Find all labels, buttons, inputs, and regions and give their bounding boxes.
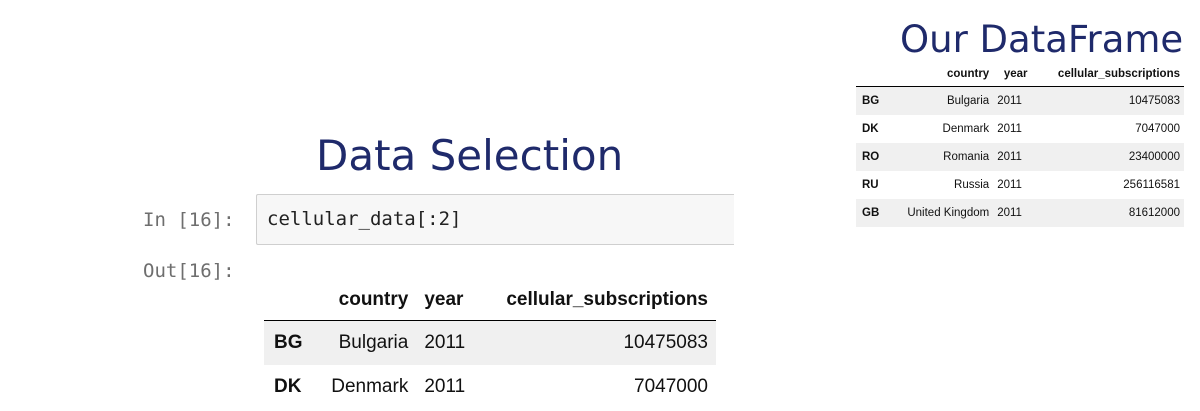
year-cell: 2011 <box>997 95 1022 107</box>
table-row: DK Denmark 2011 7047000 <box>856 115 1184 143</box>
year-cell: 2011 <box>424 376 466 397</box>
year-cell: 2011 <box>997 179 1022 191</box>
row-index: BG <box>274 332 303 353</box>
subscriptions-cell: 23400000 <box>1128 151 1180 163</box>
table-header-row: country year cellular_subscriptions <box>856 62 1184 87</box>
row-index: DK <box>274 376 302 397</box>
row-index: BG <box>862 95 880 107</box>
output-prompt: Out[16]: <box>143 260 235 282</box>
table-row: BG Bulgaria 2011 10475083 <box>856 86 1184 115</box>
country-header: country <box>314 280 417 321</box>
table-row: RO Romania 2011 23400000 <box>856 143 1184 171</box>
row-index: DK <box>862 123 879 135</box>
year-header: year <box>416 280 479 321</box>
country-cell: United Kingdom <box>907 207 990 219</box>
subscriptions-cell: 81612000 <box>1128 207 1180 219</box>
input-prompt: In [16]: <box>143 209 235 231</box>
year-cell: 2011 <box>997 207 1022 219</box>
section-title: Data Selection <box>316 131 624 180</box>
slide: Our DataFrame country year cellular_subs… <box>0 0 1200 411</box>
subscriptions-cell: 7047000 <box>1135 123 1180 135</box>
row-index: GB <box>862 207 880 219</box>
year-header: year <box>993 62 1032 87</box>
country-cell: Bulgaria <box>338 332 409 353</box>
country-cell: Denmark <box>942 123 990 135</box>
country-cell: Bulgaria <box>946 95 990 107</box>
table-row: GB United Kingdom 2011 81612000 <box>856 199 1184 227</box>
country-cell: Denmark <box>331 376 409 397</box>
year-cell: 2011 <box>997 151 1022 163</box>
country-cell: Russia <box>954 179 990 191</box>
country-cell: Romania <box>943 151 990 163</box>
row-index: RU <box>862 179 879 191</box>
index-header <box>856 62 888 87</box>
year-cell: 2011 <box>997 123 1022 135</box>
index-header <box>264 280 315 321</box>
table-header-row: country year cellular_subscriptions <box>264 280 716 321</box>
code-cell-editor[interactable]: cellular_data[:2] <box>256 194 734 245</box>
code-text[interactable]: cellular_data[:2] <box>267 208 461 230</box>
table-row: RU Russia 2011 256116581 <box>856 171 1184 199</box>
subscriptions-cell: 10475083 <box>1128 95 1180 107</box>
year-cell: 2011 <box>424 332 466 353</box>
row-index: RO <box>862 151 880 163</box>
table-row: DK Denmark 2011 7047000 <box>264 365 716 409</box>
subscriptions-cell: 256116581 <box>1123 179 1180 191</box>
output-dataframe-table: country year cellular_subscriptions BG B… <box>264 280 716 409</box>
country-header: country <box>887 62 994 87</box>
subscriptions-cell: 7047000 <box>634 376 708 397</box>
cellular-subscriptions-header: cellular_subscriptions <box>478 280 716 321</box>
dataframe-title: Our DataFrame <box>900 18 1184 61</box>
reference-dataframe-table: country year cellular_subscriptions BG B… <box>856 62 1184 227</box>
cellular-subscriptions-header: cellular_subscriptions <box>1031 62 1184 87</box>
subscriptions-cell: 10475083 <box>623 332 708 353</box>
table-row: BG Bulgaria 2011 10475083 <box>264 320 716 365</box>
